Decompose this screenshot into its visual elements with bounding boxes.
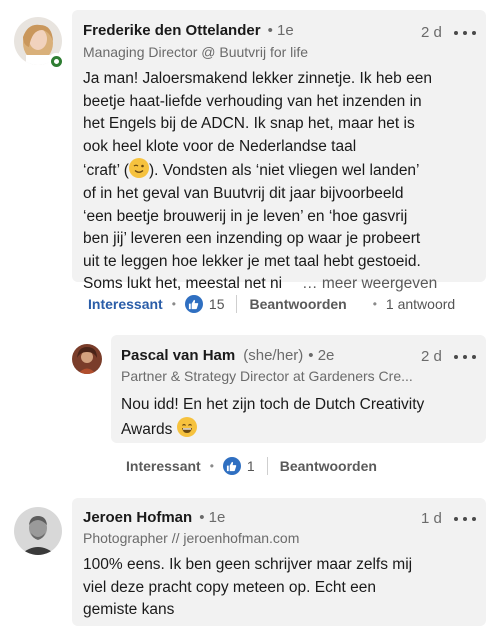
comment-header: Jeroen Hofman • 1e (83, 509, 225, 526)
see-more-link[interactable]: … meer weergeven (302, 275, 437, 292)
author-pronouns: (she/her) (243, 347, 304, 364)
body-line: of in het geval van Buutvrij dit jaar bi… (83, 184, 404, 202)
author-name[interactable]: Frederike den Ottelander (83, 22, 261, 39)
wink-emoji (128, 158, 149, 179)
comment-time: 2 d (421, 348, 442, 365)
body-line: uit te leggen hoe lekker je met taal heb… (83, 252, 421, 270)
connection-degree: • 1e (199, 509, 226, 526)
body-line: ‘craft’ (). Vondsten als ‘niet vliegen w… (83, 158, 483, 183)
reply-actions: Interessant • 1 Beantwoorden (126, 457, 377, 475)
body-line: Soms lukt het, meestal net ni… meer weer… (83, 275, 438, 293)
separator: • (171, 297, 176, 311)
reply-button[interactable]: Beantwoorden (249, 296, 346, 312)
body-line: beetje haat-liefde verhouding van het in… (83, 92, 422, 110)
grin-emoji (176, 416, 197, 437)
reply-button[interactable]: Beantwoorden (280, 458, 377, 474)
comment-body: Ja man! Jaloersmakend lekker zinnetje. I… (83, 68, 483, 296)
body-line: gemiste kans (83, 601, 175, 619)
like-count[interactable]: 15 (209, 296, 225, 312)
divider (236, 295, 238, 313)
more-icon[interactable] (454, 28, 476, 38)
connection-degree: • 1e (267, 22, 294, 39)
more-icon[interactable] (454, 514, 476, 524)
divider (266, 457, 268, 475)
separator: • (372, 297, 377, 311)
connection-degree: • 2e (308, 347, 335, 364)
body-line: Awards (121, 416, 481, 442)
author-name[interactable]: Jeroen Hofman (83, 509, 192, 526)
avatar-jeroen[interactable] (14, 507, 62, 555)
separator: • (209, 459, 214, 473)
like-count[interactable]: 1 (247, 458, 255, 474)
online-badge-icon (48, 53, 64, 69)
comment-body: Nou idd! En het zijn toch de Dutch Creat… (121, 394, 481, 441)
comment-time: 1 d (421, 510, 442, 527)
body-line: Nou idd! En het zijn toch de Dutch Creat… (121, 396, 425, 413)
body-line: ‘een beetje brouwerij in je leven’ en ‘h… (83, 207, 408, 225)
reaction-interesting-button[interactable]: Interessant (88, 296, 163, 312)
body-line: viel deze pracht copy meteen op. Echt ee… (83, 578, 376, 596)
comment-time: 2 d (421, 24, 442, 41)
body-line: Ja man! Jaloersmakend lekker zinnetje. I… (83, 70, 432, 87)
comment-body: 100% eens. Ik ben geen schrijver maar ze… (83, 554, 483, 622)
more-icon[interactable] (454, 352, 476, 362)
body-line: ben jij’ leveren een inzending op waar j… (83, 230, 421, 248)
reaction-interesting-button[interactable]: Interessant (126, 458, 201, 474)
author-headline: Managing Director @ Buutvrij for life (83, 44, 309, 60)
body-line: 100% eens. Ik ben geen schrijver maar ze… (83, 556, 413, 573)
author-headline: Photographer // jeroenhofman.com (83, 530, 300, 546)
like-icon[interactable] (184, 295, 203, 313)
author-headline: Partner & Strategy Director at Gardeners… (121, 368, 413, 384)
body-line: ook heel klote voor de Nederlandse taal (83, 137, 357, 155)
body-line: het Engels bij de ADCN. Ik snap het, maa… (83, 115, 415, 133)
author-name[interactable]: Pascal van Ham (121, 347, 235, 364)
replies-count-link[interactable]: 1 antwoord (386, 296, 455, 312)
comment-header: Pascal van Ham (she/her) • 2e (121, 347, 334, 364)
like-icon[interactable] (222, 457, 241, 475)
comment-header: Frederike den Ottelander • 1e (83, 22, 294, 39)
avatar-pascal[interactable] (72, 344, 102, 374)
comment-actions: Interessant • 15 Beantwoorden • 1 antwoo… (88, 295, 455, 313)
